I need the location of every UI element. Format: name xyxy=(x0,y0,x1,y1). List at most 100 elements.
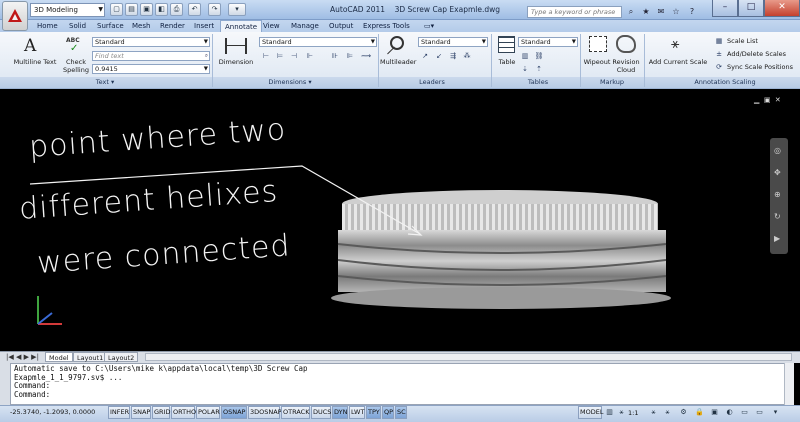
wipeout-button[interactable]: Wipeout xyxy=(582,58,612,66)
coordinate-readout[interactable]: -25.3740, -1.2093, 0.0000 xyxy=(10,408,95,416)
showmotion-icon[interactable]: ▶ xyxy=(774,234,780,243)
ribbon-minimize-icon[interactable]: ▭▾ xyxy=(420,20,438,32)
annotation-scale-value[interactable]: 1:1 xyxy=(628,409,638,417)
snap-toggle[interactable]: SNAP xyxy=(131,406,151,419)
text-panel-label[interactable]: Text ▾ xyxy=(80,78,130,86)
osnap-toggle[interactable]: OSNAP xyxy=(221,406,247,419)
dim-jog-icon[interactable]: ⊫ xyxy=(345,51,355,61)
upload-icon[interactable]: ⇡ xyxy=(534,64,544,74)
link-data-icon[interactable]: ⛓ xyxy=(534,51,544,61)
new-icon[interactable]: ▢ xyxy=(110,3,123,16)
tpy-toggle[interactable]: TPY xyxy=(366,406,381,419)
layout-tab-layout1[interactable]: Layout1 xyxy=(73,352,108,362)
dim-linear-icon[interactable]: ⊢ xyxy=(261,51,271,61)
add-current-scale-button[interactable]: Add Current Scale xyxy=(647,58,709,66)
lwt-toggle[interactable]: LWT xyxy=(349,406,365,419)
remove-leader-icon[interactable]: ↙ xyxy=(434,51,444,61)
tab-home[interactable]: Home xyxy=(33,20,62,32)
workspace-switch-icon[interactable]: ⚙ xyxy=(678,407,689,418)
orbit-icon[interactable]: ↻ xyxy=(774,212,781,221)
multileader-style-combo[interactable]: Standard ▼ xyxy=(418,37,488,47)
text-height-combo[interactable]: 0.9415 ▼ xyxy=(92,64,210,74)
add-scale-icon[interactable]: ⚹ xyxy=(671,36,679,52)
scale-list-icon[interactable]: ▦ xyxy=(714,36,724,46)
dimension-icon[interactable] xyxy=(225,38,247,54)
otrack-toggle[interactable]: OTRACK xyxy=(281,406,310,419)
command-prompt-input[interactable]: Command: xyxy=(14,390,790,400)
dimension-style-combo[interactable]: Standard ▼ xyxy=(259,37,377,47)
tab-render[interactable]: Render xyxy=(156,20,189,32)
annotation-scaling-panel-label[interactable]: Annotation Scaling xyxy=(680,78,770,86)
steering-wheel-icon[interactable]: ◎ xyxy=(774,146,781,155)
subscription-icon[interactable]: ★ xyxy=(640,6,652,18)
infer-toggle[interactable]: INFER xyxy=(108,406,130,419)
table-icon[interactable] xyxy=(498,36,515,53)
tables-panel-label[interactable]: Tables xyxy=(520,78,556,86)
dim-aligned-icon[interactable]: ⊨ xyxy=(275,51,285,61)
wipeout-icon[interactable] xyxy=(589,36,607,52)
pan-icon[interactable]: ✥ xyxy=(774,168,781,177)
scale-list-button[interactable]: Scale List xyxy=(727,37,758,45)
tab-output[interactable]: Output xyxy=(325,20,357,32)
ortho-toggle[interactable]: ORTHO xyxy=(171,406,196,419)
application-menu-button[interactable] xyxy=(2,1,28,31)
tab-nav-arrows[interactable]: |◀ ◀ ▶ ▶| xyxy=(6,352,39,362)
dim-update-icon[interactable]: ⟿ xyxy=(361,51,371,61)
dimensions-panel-label[interactable]: Dimensions ▾ xyxy=(260,78,320,86)
save-icon[interactable]: ▣ xyxy=(140,3,153,16)
redo-icon[interactable]: ↷ xyxy=(208,3,221,16)
quick-view-layouts-icon[interactable]: ▥ xyxy=(604,407,615,418)
status-menu-icon[interactable]: ▾ xyxy=(770,407,781,418)
layout-tab-model[interactable]: Model xyxy=(45,352,73,362)
maximize-button[interactable]: □ xyxy=(738,0,764,17)
clean-screen-icon[interactable]: ▭ xyxy=(754,407,765,418)
navigation-bar[interactable]: ◎ ✥ ⊕ ↻ ▶ xyxy=(770,138,788,254)
tab-view[interactable]: View xyxy=(259,20,284,32)
dim-continue-icon[interactable]: ⊩ xyxy=(305,51,315,61)
qp-toggle[interactable]: QP xyxy=(382,406,394,419)
status-tray-icon[interactable]: ▭ xyxy=(739,407,750,418)
dim-break-icon[interactable]: ⊣ xyxy=(289,51,299,61)
ducs-toggle[interactable]: DUCS xyxy=(311,406,331,419)
check-spelling-button[interactable]: Check Spelling xyxy=(60,58,92,74)
print-icon[interactable]: ⎙ xyxy=(170,3,183,16)
workspace-dropdown[interactable]: 3D Modeling ▼ xyxy=(30,3,105,17)
qat-more-icon[interactable]: ▾ xyxy=(228,3,246,16)
zoom-icon[interactable]: ⊕ xyxy=(774,190,781,199)
markup-panel-label[interactable]: Markup xyxy=(590,78,634,86)
sync-scale-positions-button[interactable]: Sync Scale Positions xyxy=(727,63,793,71)
find-text-input[interactable]: Find text ⌕ xyxy=(92,51,210,61)
tab-surface[interactable]: Surface xyxy=(93,20,128,32)
multileader-button[interactable]: Multileader xyxy=(380,58,416,66)
lock-icon[interactable]: 🔒 xyxy=(694,407,705,418)
table-button[interactable]: Table xyxy=(494,58,520,66)
add-delete-scales-icon[interactable]: ± xyxy=(714,49,724,59)
leaders-panel-label[interactable]: Leaders xyxy=(410,78,454,86)
hardware-acceleration-icon[interactable]: ▣ xyxy=(709,407,720,418)
tab-insert[interactable]: Insert xyxy=(190,20,218,32)
annotation-scale-icon[interactable]: ⚹ xyxy=(616,407,627,418)
tab-mesh[interactable]: Mesh xyxy=(128,20,154,32)
multiline-text-button[interactable]: Multiline Text xyxy=(10,58,60,66)
revision-cloud-icon[interactable] xyxy=(616,35,636,53)
polar-toggle[interactable]: POLAR xyxy=(196,406,220,419)
favorites-icon[interactable]: ☆ xyxy=(670,6,682,18)
align-leader-icon[interactable]: ⇶ xyxy=(448,51,458,61)
saveas-icon[interactable]: ◧ xyxy=(155,3,168,16)
add-leader-icon[interactable]: ↗ xyxy=(420,51,430,61)
communication-icon[interactable]: ✉ xyxy=(655,6,667,18)
undo-icon[interactable]: ↶ xyxy=(188,3,201,16)
sc-toggle[interactable]: SC xyxy=(395,406,407,419)
isolate-objects-icon[interactable]: ◐ xyxy=(724,407,735,418)
tab-solid[interactable]: Solid xyxy=(65,20,90,32)
sync-scale-icon[interactable]: ⟳ xyxy=(714,62,724,72)
dimension-button[interactable]: Dimension xyxy=(215,58,257,66)
tab-express-tools[interactable]: Express Tools xyxy=(359,20,414,32)
extract-data-icon[interactable]: ▥ xyxy=(520,51,530,61)
revision-cloud-button[interactable]: Revision Cloud xyxy=(610,58,642,74)
search-input[interactable]: Type a keyword or phrase xyxy=(527,6,622,18)
open-icon[interactable]: ▤ xyxy=(125,3,138,16)
binoculars-icon[interactable]: ⌕ xyxy=(625,6,637,18)
command-window-grip[interactable] xyxy=(0,363,10,405)
model-space-button[interactable]: MODEL xyxy=(578,406,603,419)
